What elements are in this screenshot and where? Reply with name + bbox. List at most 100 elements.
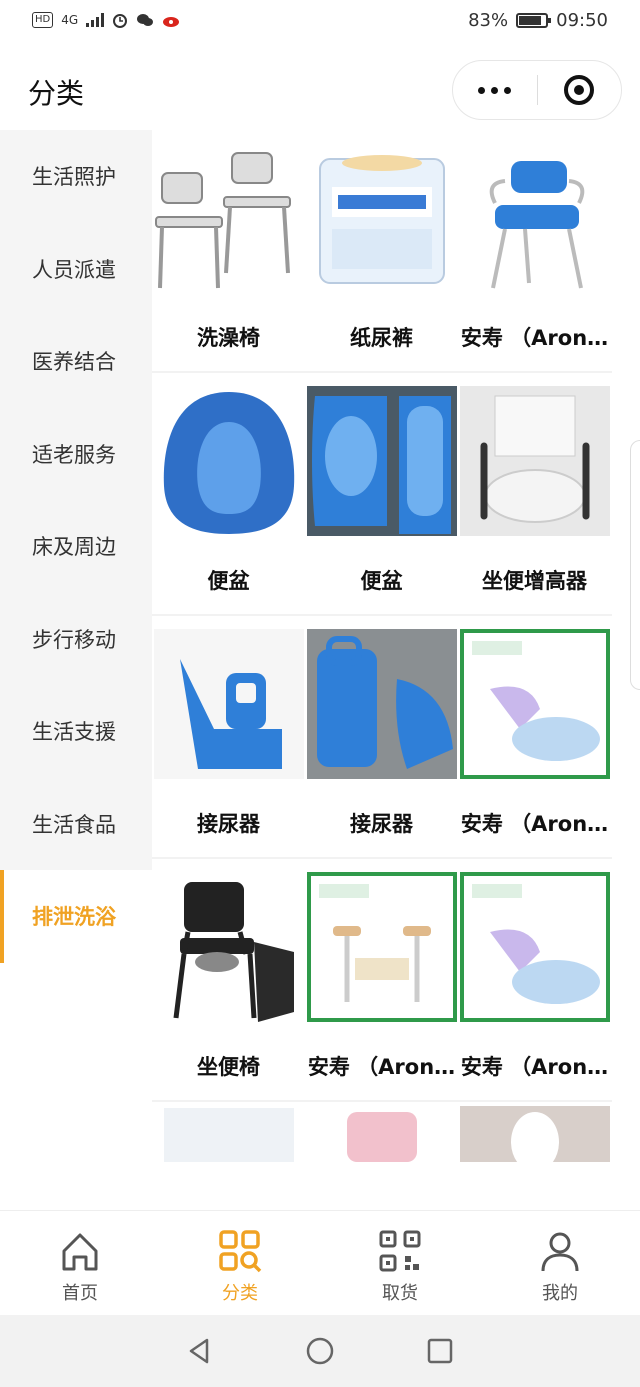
battery-percent: 83% — [468, 10, 509, 31]
product-row-partial — [152, 1102, 612, 1162]
urinal-image — [459, 871, 611, 1023]
tab-category[interactable]: 分类 — [160, 1211, 320, 1315]
sidebar-item-label: 生活食品 — [32, 812, 116, 837]
sidebar-item-elderly-service[interactable]: 适老服务 — [0, 407, 152, 500]
sidebar-item-medical-care[interactable]: 医养结合 — [0, 315, 152, 408]
product-name: 接尿器 — [197, 812, 260, 836]
product-card[interactable]: 便盆 — [305, 373, 458, 614]
sidebar-item-staffing[interactable]: 人员派遣 — [0, 222, 152, 315]
product-name: 便盆 — [360, 569, 403, 593]
product-card[interactable]: 安寿 （Aron… — [458, 130, 611, 371]
white-seat-image — [459, 1102, 611, 1162]
sidebar-item-label: 生活照护 — [32, 165, 116, 190]
product-card[interactable] — [305, 1102, 458, 1162]
sidebar-item-label: 床及周边 — [32, 535, 116, 560]
bottom-tab-bar: 首页 分类 取货 我的 — [0, 1210, 640, 1315]
commode-chair-image — [153, 871, 305, 1023]
urinal-image — [306, 628, 458, 780]
alarm-icon — [113, 14, 128, 28]
product-name: 便盆 — [207, 569, 250, 593]
home-circle-icon[interactable] — [305, 1336, 335, 1366]
tab-label: 取货 — [382, 1283, 418, 1304]
sidebar-item-toileting-bathing[interactable]: 排泄洗浴 — [0, 870, 152, 963]
product-row: 洗澡椅 纸尿裤 安寿 （Aron… — [152, 130, 612, 373]
top-bar: 分类 — [0, 46, 640, 130]
product-card[interactable]: 接尿器 — [305, 616, 458, 857]
back-icon[interactable] — [185, 1336, 215, 1366]
sidebar-item-label: 生活支援 — [32, 720, 116, 745]
product-name: 坐便椅 — [197, 1055, 260, 1079]
mini-program-capsule — [452, 60, 622, 120]
target-icon — [564, 75, 595, 105]
bedpan-image — [153, 385, 305, 537]
diaper-package-image — [306, 142, 458, 294]
sidebar-item-label: 人员派遣 — [32, 257, 116, 282]
product-name: 安寿 （Aron… — [460, 812, 609, 836]
urinal-image — [459, 628, 611, 780]
sidebar-item-life-care[interactable]: 生活照护 — [0, 130, 152, 223]
product-card[interactable]: 安寿 （Aron… — [458, 616, 611, 857]
system-navigation-bar — [0, 1315, 640, 1387]
sidebar-item-label: 排泄洗浴 — [32, 905, 116, 930]
product-name: 安寿 （Aron… — [307, 1055, 456, 1079]
product-card[interactable]: 坐便椅 — [152, 859, 305, 1100]
product-card[interactable]: 便盆 — [152, 373, 305, 614]
product-name: 坐便增高器 — [482, 569, 587, 593]
wechat-icon — [137, 14, 154, 26]
sidebar-item-label: 医养结合 — [32, 350, 116, 375]
user-icon — [541, 1232, 579, 1272]
home-icon — [62, 1233, 98, 1271]
sidebar-item-label: 适老服务 — [32, 442, 116, 467]
product-name: 安寿 （Aron… — [460, 326, 609, 350]
toilet-seat-image — [153, 1102, 305, 1162]
category-sidebar: 生活照护 人员派遣 医养结合 适老服务 床及周边 步行移动 生活支援 生活食品 … — [0, 130, 152, 1210]
bedpan-image — [306, 385, 458, 537]
product-card[interactable]: 安寿 （Aron… — [305, 859, 458, 1100]
product-name: 洗澡椅 — [197, 326, 260, 350]
status-bar: HD 4G 83% 09:50 — [0, 0, 640, 46]
product-row: 便盆 便盆 坐便增高器 — [152, 373, 612, 616]
clock: 09:50 — [556, 10, 608, 31]
sina-icon — [163, 17, 180, 27]
recents-icon[interactable] — [425, 1336, 455, 1366]
qr-code-icon — [379, 1230, 421, 1272]
status-left: HD 4G — [32, 12, 180, 28]
toilet-frame-image — [306, 871, 458, 1023]
product-row: 接尿器 接尿器 安寿 （Aron… — [152, 616, 612, 859]
sidebar-item-mobility[interactable]: 步行移动 — [0, 592, 152, 685]
product-name: 纸尿裤 — [350, 326, 413, 350]
pink-chair-image — [306, 1102, 458, 1162]
product-card[interactable]: 安寿 （Aron… — [458, 859, 611, 1100]
product-card[interactable] — [458, 1102, 611, 1162]
more-menu-icon[interactable] — [453, 86, 537, 94]
close-miniprogram-button[interactable] — [538, 75, 622, 105]
scroll-indicator[interactable] — [630, 440, 640, 690]
product-card[interactable]: 坐便增高器 — [458, 373, 611, 614]
page-title: 分类 — [28, 77, 85, 110]
product-row: 坐便椅 安寿 （Aron… 安寿 （Aron… — [152, 859, 612, 1102]
blue-shower-chair-image — [459, 142, 611, 294]
product-name: 安寿 （Aron… — [460, 1055, 609, 1079]
tab-label: 我的 — [542, 1283, 578, 1304]
tab-home[interactable]: 首页 — [0, 1211, 160, 1315]
network-label: 4G — [61, 13, 79, 27]
bath-chair-image — [153, 142, 305, 294]
product-card[interactable] — [152, 1102, 305, 1162]
status-right: 83% 09:50 — [468, 10, 608, 31]
signal-icon — [86, 13, 105, 27]
product-card[interactable]: 接尿器 — [152, 616, 305, 857]
product-card[interactable]: 纸尿裤 — [305, 130, 458, 371]
product-card[interactable]: 洗澡椅 — [152, 130, 305, 371]
tab-label: 首页 — [62, 1283, 98, 1304]
tab-label: 分类 — [222, 1283, 258, 1304]
toilet-riser-image — [459, 385, 611, 537]
tab-mine[interactable]: 我的 — [480, 1211, 640, 1315]
sidebar-item-bed[interactable]: 床及周边 — [0, 500, 152, 593]
sidebar-item-food[interactable]: 生活食品 — [0, 777, 152, 870]
sidebar-item-label: 步行移动 — [32, 627, 116, 652]
hd-badge: HD — [32, 12, 54, 28]
category-icon — [219, 1230, 262, 1273]
sidebar-item-life-support[interactable]: 生活支援 — [0, 685, 152, 778]
product-grid: 洗澡椅 纸尿裤 安寿 （Aron… 便盆 便盆 坐便增高器 接尿器 接尿器 安寿… — [152, 130, 612, 1175]
tab-pickup[interactable]: 取货 — [320, 1211, 480, 1315]
